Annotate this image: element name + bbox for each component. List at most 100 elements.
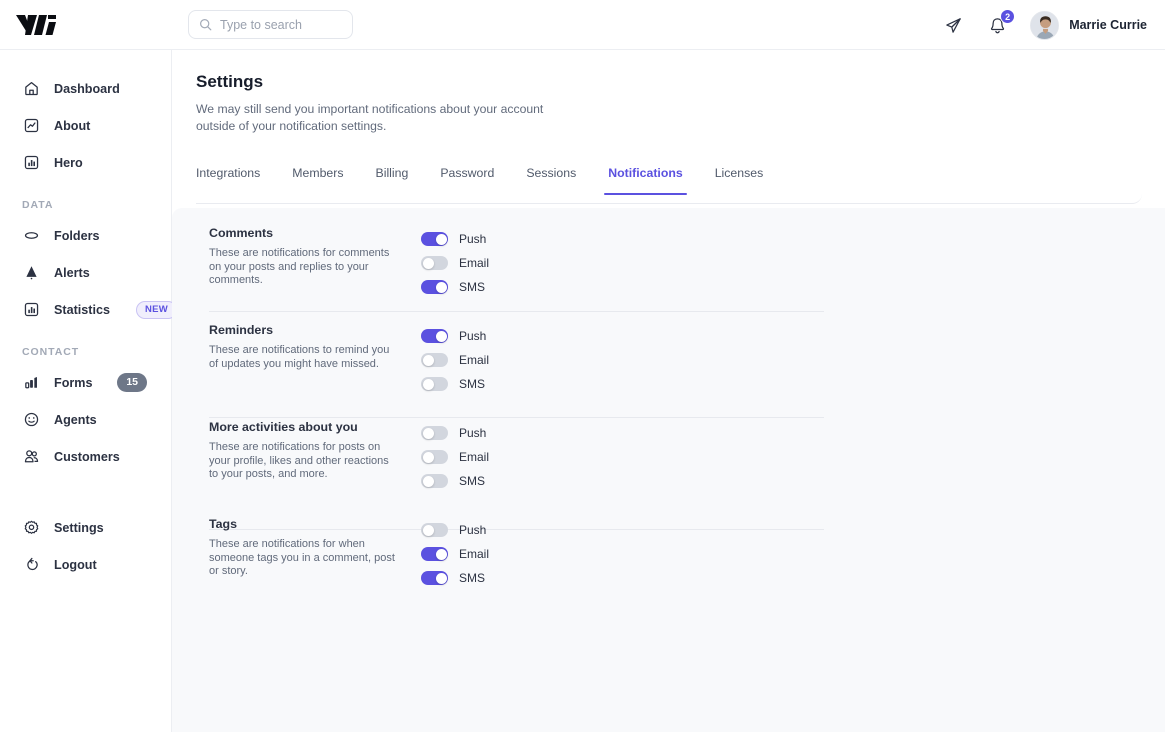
group-title: Tags <box>209 517 237 531</box>
search-input[interactable] <box>220 17 340 32</box>
sidebar-item-label: Alerts <box>54 265 90 280</box>
group-description: These are notifications for comments on … <box>209 247 390 286</box>
toggle-sms[interactable] <box>421 571 448 585</box>
toggle-row: Email <box>421 542 489 566</box>
sidebar-item-agents[interactable]: Agents <box>0 401 171 438</box>
page-title: Settings <box>196 72 264 91</box>
forms-bar-icon <box>22 374 40 392</box>
user-name: Marrie Currie <box>1069 18 1147 32</box>
avatar <box>1030 10 1060 40</box>
top-bar-actions: 2 Marrie Currie <box>942 0 1147 50</box>
toggle-row: SMS <box>421 372 489 396</box>
tab-members[interactable]: Members <box>276 160 359 194</box>
sidebar-item-settings[interactable]: Settings <box>0 509 171 546</box>
sidebar-item-dashboard[interactable]: Dashboard <box>0 70 171 107</box>
toggle-email[interactable] <box>421 547 448 561</box>
tab-password[interactable]: Password <box>424 160 510 194</box>
sidebar-item-statistics[interactable]: Statistics NEW <box>0 291 178 328</box>
page-subtitle: We may still send you important notifica… <box>196 102 544 133</box>
toggle-label: Email <box>459 353 490 367</box>
app-root: 2 Marrie Currie <box>0 0 1165 732</box>
bar-chart-icon <box>22 154 40 172</box>
toggle-label: SMS <box>459 571 486 585</box>
toggle-sms[interactable] <box>421 280 448 294</box>
sidebar-item-forms[interactable]: Forms 15 <box>0 364 171 401</box>
sidebar-item-label: Folders <box>54 228 100 243</box>
sidebar-item-label: About <box>54 118 91 133</box>
bar-chart-icon <box>22 301 40 319</box>
group-text: More activities about you These are noti… <box>172 420 389 493</box>
toggle-row: Push <box>421 421 489 445</box>
notifications-panel: Comments These are notifications for com… <box>172 208 1165 732</box>
notification-group-comments: Comments These are notifications for com… <box>172 208 1165 299</box>
gear-icon <box>22 519 40 537</box>
user-menu[interactable]: Marrie Currie <box>1030 10 1147 40</box>
search-box[interactable] <box>188 10 353 39</box>
group-text: Tags These are notifications for when so… <box>172 517 395 590</box>
group-description: These are notifications for when someone… <box>209 538 395 577</box>
toggle-label: Push <box>459 523 487 537</box>
vi-logo-icon[interactable] <box>14 11 58 37</box>
toggle-row: Push <box>421 324 489 348</box>
toggle-push[interactable] <box>421 426 448 440</box>
toggle-sms[interactable] <box>421 377 448 391</box>
sidebar-item-hero[interactable]: Hero <box>0 144 171 181</box>
users-icon <box>22 448 40 466</box>
tab-sessions[interactable]: Sessions <box>510 160 592 194</box>
tab-licenses[interactable]: Licenses <box>699 160 780 194</box>
toggle-label: Email <box>459 256 490 270</box>
tab-integrations[interactable]: Integrations <box>196 160 276 194</box>
send-message-button[interactable] <box>942 14 964 36</box>
toggle-push[interactable] <box>421 523 448 537</box>
group-title: More activities about you <box>209 420 358 434</box>
toggle-label: SMS <box>459 280 486 294</box>
sidebar-item-label: Settings <box>54 520 104 535</box>
sidebar-item-label: Logout <box>54 557 97 572</box>
toggle-row: SMS <box>421 566 489 590</box>
sidebar: Dashboard About Hero DATA Folders Alerts… <box>0 50 178 732</box>
toggle-row: Push <box>421 227 489 251</box>
toggle-label: Email <box>459 547 490 561</box>
sidebar-item-customers[interactable]: Customers <box>0 438 171 475</box>
sidebar-item-label: Forms <box>54 375 93 390</box>
notification-group-more-activities: More activities about you These are noti… <box>172 396 1165 493</box>
main-content: Settings We may still send you important… <box>172 50 1165 732</box>
notifications-button[interactable]: 2 <box>986 9 1016 36</box>
toggle-push[interactable] <box>421 232 448 246</box>
folder-icon <box>22 227 40 245</box>
toggle-label: SMS <box>459 377 486 391</box>
toggle-row: SMS <box>421 469 489 493</box>
group-description: These are notifications to remind you of… <box>209 344 390 370</box>
toggle-row: SMS <box>421 275 489 299</box>
tab-notifications[interactable]: Notifications <box>592 160 698 195</box>
forms-count-badge: 15 <box>117 373 147 392</box>
toggle-email[interactable] <box>421 450 448 464</box>
toggle-row: Push <box>421 518 489 542</box>
toggle-label: SMS <box>459 474 486 488</box>
sidebar-item-label: Hero <box>54 155 83 170</box>
notification-group-tags: Tags These are notifications for when so… <box>172 493 1165 590</box>
home-icon <box>22 80 40 98</box>
search-icon <box>200 19 212 31</box>
toggle-email[interactable] <box>421 256 448 270</box>
toggle-email[interactable] <box>421 353 448 367</box>
toggle-sms[interactable] <box>421 474 448 488</box>
sidebar-item-folders[interactable]: Folders <box>0 217 171 254</box>
sidebar-section-data: DATA <box>22 199 54 211</box>
toggle-label: Push <box>459 329 487 343</box>
top-bar: 2 Marrie Currie <box>0 0 1165 50</box>
sidebar-item-alerts[interactable]: Alerts <box>0 254 171 291</box>
smiley-icon <box>22 411 40 429</box>
alert-triangle-icon <box>22 264 40 282</box>
toggle-label: Push <box>459 232 487 246</box>
toggle-row: Email <box>421 348 489 372</box>
group-toggles: Push Email SMS <box>384 420 489 493</box>
sidebar-item-about[interactable]: About <box>0 107 171 144</box>
sidebar-item-logout[interactable]: Logout <box>0 546 171 583</box>
toggle-push[interactable] <box>421 329 448 343</box>
logout-icon <box>22 556 40 574</box>
status-badge-new: NEW <box>136 300 178 319</box>
group-text: Reminders These are notifications to rem… <box>172 323 389 396</box>
tab-billing[interactable]: Billing <box>360 160 425 194</box>
settings-tabs: Integrations Members Billing Password Se… <box>196 160 1142 204</box>
